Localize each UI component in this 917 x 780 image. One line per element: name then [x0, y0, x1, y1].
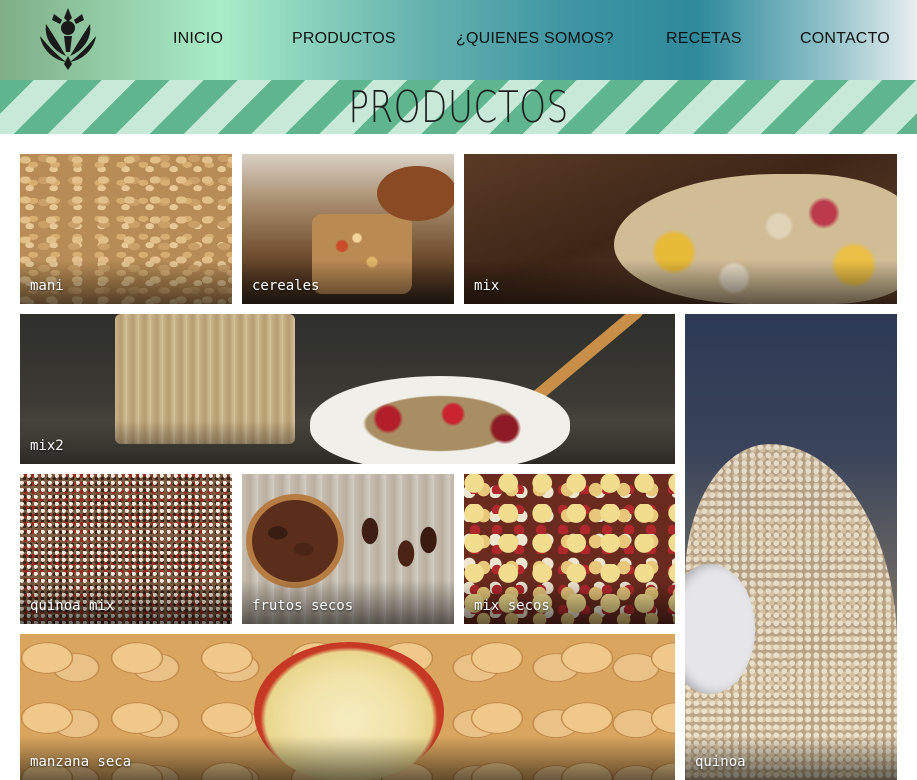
- main-nav: INICIO PRODUCTOS ¿QUIENES SOMOS? RECETAS…: [0, 0, 917, 80]
- product-tile-quinoa[interactable]: quinoa: [685, 314, 897, 780]
- product-tile-frutos-secos[interactable]: frutos secos: [242, 474, 454, 624]
- site-header: INICIO PRODUCTOS ¿QUIENES SOMOS? RECETAS…: [0, 0, 917, 80]
- nav-quienes-somos[interactable]: ¿QUIENES SOMOS?: [456, 30, 614, 48]
- product-label: quinoa: [695, 754, 746, 770]
- spoon-image-detail: [514, 314, 646, 417]
- product-tile-manzana-seca[interactable]: manzana seca: [20, 634, 675, 780]
- product-label: mani: [30, 278, 64, 294]
- product-tile-mix[interactable]: mix: [464, 154, 897, 304]
- product-label: quinoa mix: [30, 598, 115, 614]
- product-label: frutos secos: [252, 598, 354, 614]
- product-tile-mani[interactable]: mani: [20, 154, 232, 304]
- page-title: PRODUCTOS: [348, 82, 569, 133]
- tile-shade: [464, 260, 897, 304]
- product-label: mix secos: [474, 598, 550, 614]
- product-label: mix: [474, 278, 500, 294]
- title-band: PRODUCTOS: [0, 80, 917, 134]
- product-tile-cereales[interactable]: cereales: [242, 154, 454, 304]
- nav-productos[interactable]: PRODUCTOS: [292, 30, 396, 48]
- nav-inicio[interactable]: INICIO: [173, 30, 223, 48]
- tile-shade: [20, 420, 675, 464]
- product-tile-quinoa-mix[interactable]: quinoa mix: [20, 474, 232, 624]
- product-label: mix2: [30, 438, 64, 454]
- nav-recetas[interactable]: RECETAS: [666, 30, 742, 48]
- product-label: manzana seca: [30, 754, 132, 770]
- product-tile-mix2[interactable]: mix2: [20, 314, 675, 464]
- product-label: cereales: [252, 278, 320, 294]
- nav-contacto[interactable]: CONTACTO: [800, 30, 890, 48]
- product-tile-mix-secos[interactable]: mix secos: [464, 474, 675, 624]
